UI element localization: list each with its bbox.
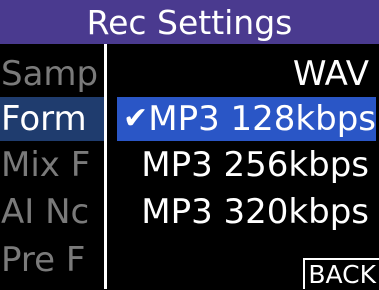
screen-title: Rec Settings — [86, 2, 293, 42]
title-bar: Rec Settings — [0, 0, 379, 44]
option-label: MP3 128kbps — [148, 99, 376, 139]
back-button[interactable]: BACK — [303, 258, 379, 289]
option-wav[interactable]: WAV — [107, 52, 379, 96]
checkmark-icon: ✔ — [123, 101, 149, 136]
option-mp3-256[interactable]: MP3 256kbps — [107, 143, 379, 187]
menu-item-pre-rec[interactable]: Pre F — [0, 238, 104, 282]
settings-menu: Samp Form Mix F AI Nc Pre F — [0, 52, 104, 289]
menu-item-format[interactable]: Form — [0, 97, 104, 141]
option-mp3-128[interactable]: ✔ MP3 128kbps — [117, 97, 376, 141]
format-options-list: WAV ✔ MP3 128kbps MP3 256kbps MP3 320kbp… — [107, 52, 379, 289]
option-label: WAV — [292, 54, 369, 94]
option-label: MP3 320kbps — [141, 192, 369, 232]
menu-item-ai-noise[interactable]: AI Nc — [0, 190, 104, 234]
option-label: MP3 256kbps — [141, 145, 369, 185]
option-mp3-320[interactable]: MP3 320kbps — [107, 190, 379, 234]
menu-item-mix-file[interactable]: Mix F — [0, 143, 104, 187]
menu-item-sample-rate[interactable]: Samp — [0, 52, 104, 96]
